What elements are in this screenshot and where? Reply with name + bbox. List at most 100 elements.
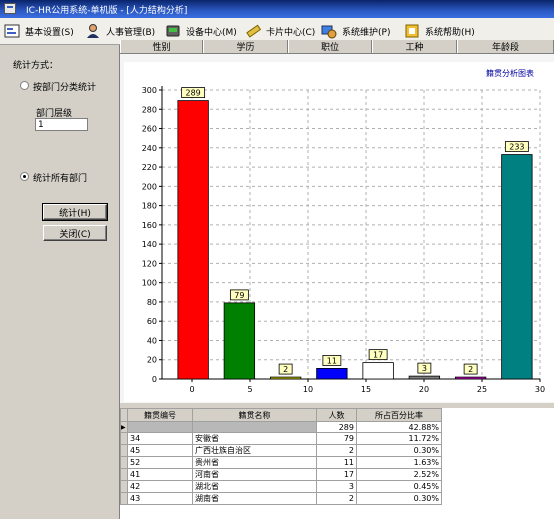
maintenance-icon (320, 22, 338, 40)
radio-by-department-label: 按部门分类统计 (33, 83, 97, 93)
col-header-code[interactable]: 籍贯编号 (127, 408, 193, 422)
cell-count: 289 (316, 421, 357, 433)
cell-count: 17 (316, 468, 357, 481)
row-indicator (120, 456, 128, 469)
bar (177, 100, 209, 380)
menu-basic-settings[interactable]: 基本设置(S) (3, 18, 74, 44)
table-row[interactable]: 52 贵州省 11 1.63% (120, 456, 442, 469)
menu-label: 系统帮助(H) (425, 27, 475, 38)
data-label: 17 (373, 351, 383, 360)
x-tick-label: 20 (419, 385, 429, 394)
bar (501, 154, 533, 380)
help-icon (403, 22, 421, 40)
stat-button[interactable]: 统计(H) (42, 203, 108, 221)
row-indicator (120, 468, 128, 481)
table-row[interactable]: 42 湖北省 3 0.45% (120, 480, 442, 493)
cell-percent: 42.88% (356, 421, 442, 433)
tab-age-group[interactable]: 年龄段 (457, 40, 554, 53)
data-label: 79 (234, 291, 244, 300)
data-label: 289 (185, 89, 200, 98)
x-tick-label: 5 (247, 385, 252, 394)
data-table: 籍贯编号 籍贯名称 人数 所占百分比率 ▶ 289 42.88% 34 安徽省 79 11.… (120, 408, 554, 519)
menu-label: 系统维护(P) (342, 27, 391, 38)
radio-all-departments[interactable] (20, 172, 29, 181)
close-button[interactable]: 关闭(C) (43, 225, 107, 241)
settings-icon (3, 22, 21, 40)
radio-by-department[interactable] (20, 81, 29, 90)
chart-area: 籍贯分析图表 0 20 40 60 80 100 120 140 160 180 200 220 240… (120, 54, 554, 403)
y-tick-label: 220 (142, 163, 157, 172)
cell-percent: 0.30% (356, 492, 442, 505)
dept-level-input[interactable] (35, 118, 88, 131)
y-tick-label: 0 (152, 375, 157, 384)
table-row[interactable]: 41 河南省 17 2.52% (120, 468, 442, 481)
chart-title: 籍贯分析图表 (486, 68, 534, 78)
device-icon (164, 22, 182, 40)
y-tick-label: 180 (142, 202, 157, 211)
y-tick-label: 200 (142, 182, 157, 191)
app-icon (4, 3, 16, 14)
category-tabs: 性别 学历 职位 工种 年龄段 (120, 40, 554, 54)
title-bar: IC-HR公用系统-单机版 - [人力结构分析] (0, 0, 554, 18)
row-indicator (120, 432, 128, 445)
y-tick-label: 120 (142, 259, 157, 268)
tab-gender[interactable]: 性别 (120, 40, 203, 53)
y-tick-label: 260 (142, 125, 157, 134)
radio-all-departments-label: 统计所有部门 (33, 174, 88, 184)
row-indicator (120, 480, 128, 493)
menu-label: 设备中心(M) (186, 27, 237, 38)
cell-code: 45 (127, 444, 193, 457)
data-label: 2 (283, 365, 288, 374)
x-tick-label: 30 (535, 385, 545, 394)
cell-name: 安徽省 (192, 432, 317, 445)
data-label: 3 (422, 364, 427, 373)
bar (269, 376, 302, 380)
cell-count: 3 (316, 480, 357, 493)
left-panel: 统计方式： 按部门分类统计 部门层级 统计所有部门 统计(H) 关闭(C) (0, 45, 120, 519)
table-row[interactable]: 45 广西壮族自治区 2 0.30% (120, 444, 442, 457)
table-row[interactable]: 43 湖南省 2 0.30% (120, 492, 442, 505)
y-tick-label: 240 (142, 144, 157, 153)
table-header-row: 籍贯编号 籍贯名称 人数 所占百分比率 (120, 408, 442, 422)
cell-percent: 0.45% (356, 480, 442, 493)
tab-position[interactable]: 职位 (288, 40, 372, 53)
x-tick-label: 10 (303, 385, 313, 394)
cell-code: 34 (127, 432, 193, 445)
bar (454, 376, 487, 380)
bar (223, 302, 256, 380)
cell-percent: 2.52% (356, 468, 442, 481)
data-label: 233 (509, 143, 524, 152)
y-tick-label: 160 (142, 221, 157, 230)
bar (316, 368, 348, 380)
col-header-name[interactable]: 籍贯名称 (192, 408, 317, 422)
cell-count: 79 (316, 432, 357, 445)
cell-count: 11 (316, 456, 357, 469)
menu-label: 卡片中心(C) (266, 27, 316, 38)
table-row[interactable]: ▶ 289 42.88% (120, 421, 442, 433)
cell-count: 2 (316, 492, 357, 505)
y-tick-label: 80 (147, 298, 157, 307)
cell-code: 41 (127, 468, 193, 481)
y-tick-label: 40 (147, 336, 157, 345)
cell-name (192, 421, 317, 433)
stat-mode-heading: 统计方式： (13, 61, 59, 71)
cell-count: 2 (316, 444, 357, 457)
cell-percent: 1.63% (356, 456, 442, 469)
col-header-percent[interactable]: 所占百分比率 (356, 408, 442, 422)
cell-name: 河南省 (192, 468, 317, 481)
window-title: IC-HR公用系统-单机版 - [人力结构分析] (26, 6, 188, 16)
x-tick-label: 15 (361, 385, 371, 394)
tab-education[interactable]: 学历 (203, 40, 288, 53)
y-tick-label: 20 (147, 356, 157, 365)
card-icon (244, 22, 262, 40)
cell-percent: 0.30% (356, 444, 442, 457)
bar (362, 362, 394, 380)
y-tick-label: 280 (142, 105, 157, 114)
tab-job-type[interactable]: 工种 (372, 40, 457, 53)
x-tick-label: 25 (477, 385, 487, 394)
col-header-count[interactable]: 人数 (316, 408, 357, 422)
y-tick-label: 60 (147, 317, 157, 326)
table-row[interactable]: 34 安徽省 79 11.72% (120, 432, 442, 445)
cell-code: 43 (127, 492, 193, 505)
row-indicator (120, 492, 128, 505)
